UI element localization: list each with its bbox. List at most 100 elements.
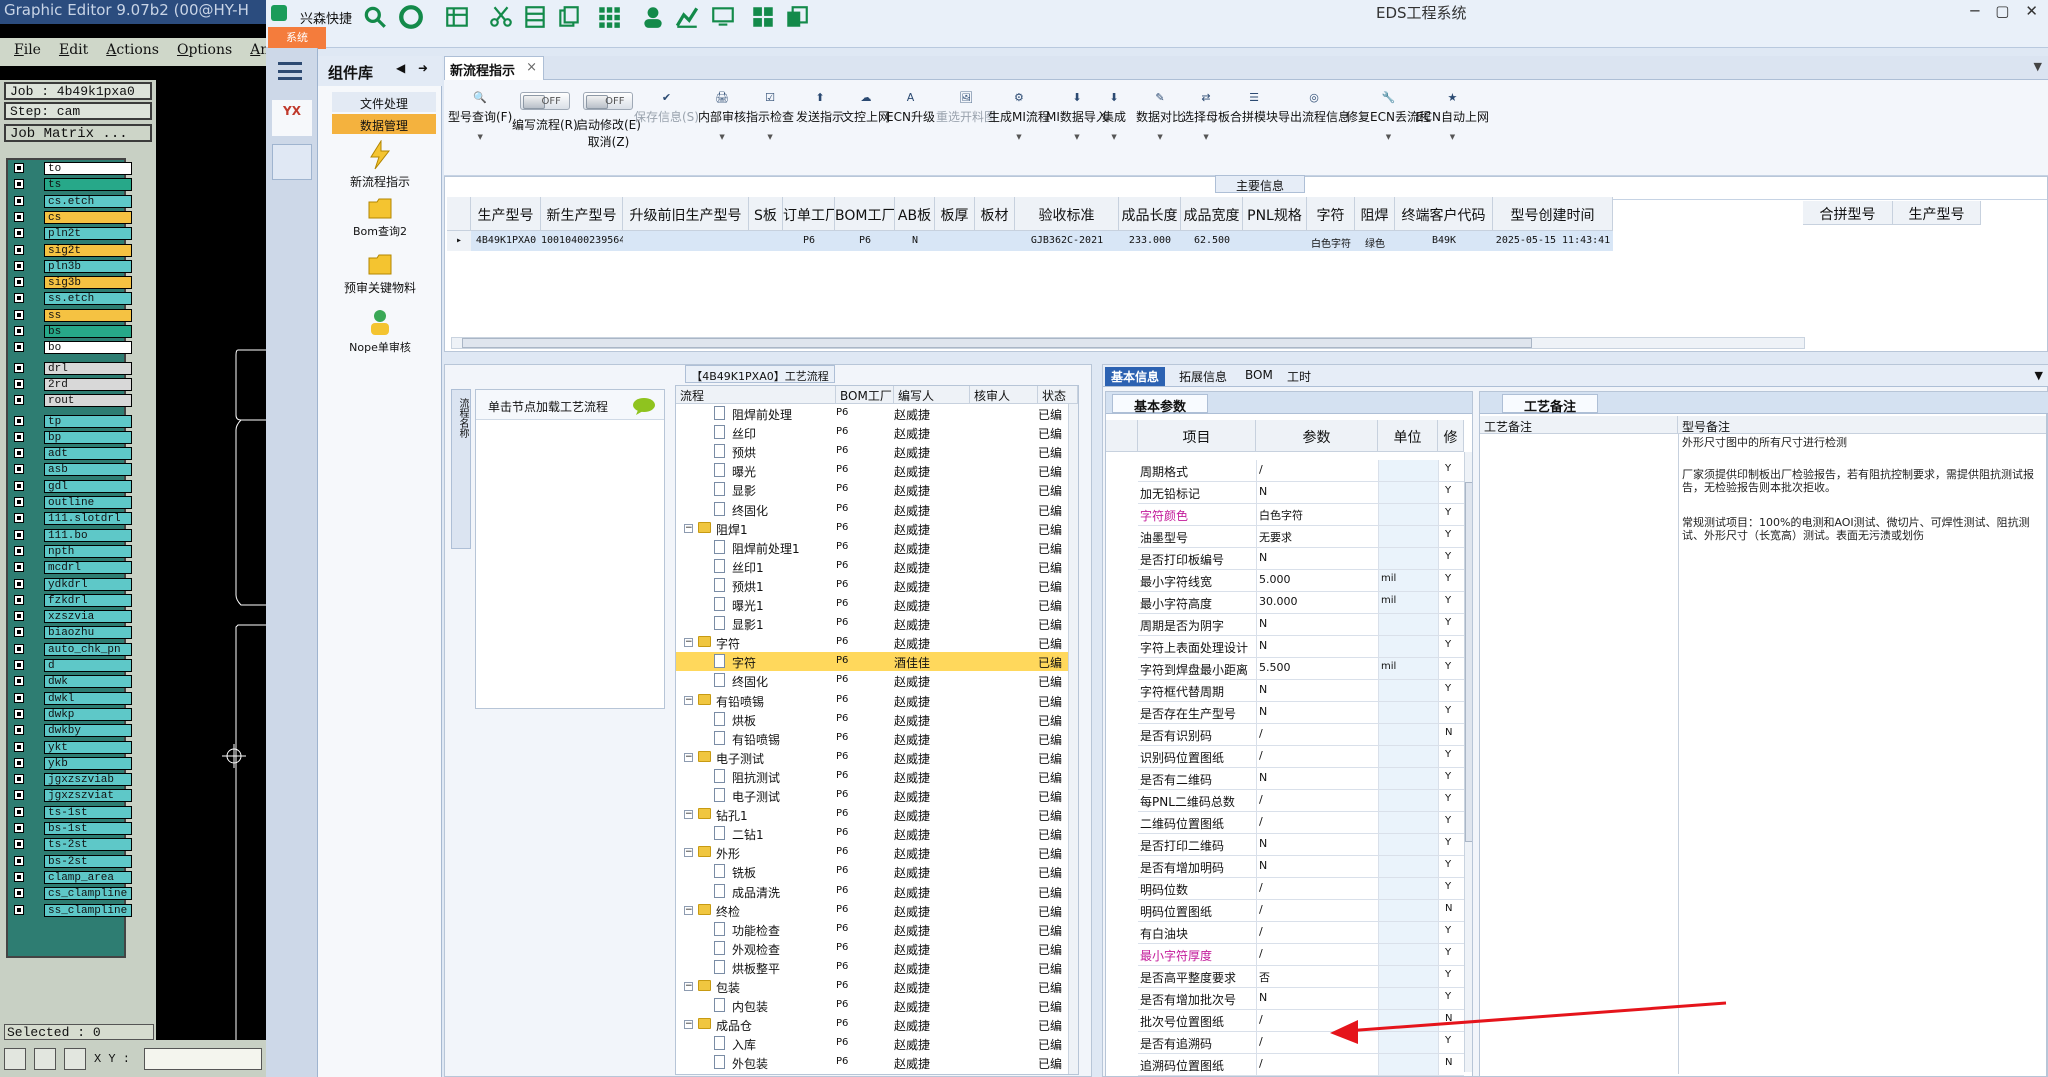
layer-checkbox[interactable] [14, 529, 24, 540]
grid-col-header[interactable]: AB板 [895, 197, 935, 231]
menu-options[interactable]: Options [177, 42, 232, 66]
grid-cell[interactable]: 2025-05-15 11:43:41 [1493, 231, 1613, 251]
layer-row[interactable]: ss.etch [10, 292, 132, 306]
tree-row[interactable]: 终固化 P6 赵威捷 已编 [676, 671, 1078, 690]
tree-row[interactable]: 阻焊前处理 P6 赵威捷 已编 [676, 404, 1078, 423]
layer-checkbox[interactable] [14, 309, 24, 320]
layer-checkbox[interactable] [14, 888, 24, 899]
layer-row[interactable]: biaozhu [10, 626, 132, 640]
tree-row[interactable]: 成品清洗 P6 赵威捷 已编 [676, 882, 1078, 901]
layer-checkbox[interactable] [14, 195, 24, 206]
grid-col-header[interactable]: S板 [749, 197, 783, 231]
param-value[interactable]: 否 [1256, 966, 1378, 987]
tree-row[interactable]: − 终检 P6 赵威捷 已编 [676, 901, 1078, 920]
layer-row[interactable]: dwkl [10, 691, 132, 705]
menu-analysis[interactable]: Analy [250, 42, 266, 66]
layer-row[interactable]: pln3b [10, 259, 132, 273]
param-row[interactable]: 是否有二维码 N Y [1138, 768, 1464, 790]
tree-row[interactable]: 字符 P6 酒佳佳 已编 [676, 652, 1078, 672]
param-row[interactable]: 最小字符线宽 5.000 mil Y [1138, 570, 1464, 592]
layer-checkbox[interactable] [14, 415, 24, 426]
layer-checkbox[interactable] [14, 855, 24, 866]
graphic-canvas[interactable] [156, 80, 266, 1040]
layer-row[interactable]: adt [10, 447, 132, 461]
tree-vertical-scrollbar[interactable] [1068, 404, 1078, 1074]
dropdown-arrow-icon[interactable]: ▼ [1136, 133, 1184, 141]
grid-col-header[interactable]: 验收标准 [1015, 197, 1119, 231]
param-value[interactable]: / [1256, 878, 1378, 899]
grid-cell[interactable]: 62.500 [1181, 231, 1243, 251]
layer-row[interactable]: bs-2st [10, 854, 132, 868]
param-value[interactable]: / [1256, 812, 1378, 833]
pin-icon[interactable]: ➜ [418, 61, 428, 75]
layer-checkbox[interactable] [14, 464, 24, 475]
layer-row[interactable]: 2rd [10, 377, 132, 391]
param-row[interactable]: 是否有追溯码 / Y [1138, 1032, 1464, 1054]
scissors-icon[interactable] [488, 4, 514, 30]
tree-row[interactable]: 预烘1 P6 赵威捷 已编 [676, 576, 1078, 595]
tree-row[interactable]: 显影 P6 赵威捷 已编 [676, 480, 1078, 499]
dropdown-arrow-icon[interactable]: ▼ [1102, 133, 1126, 141]
layer-row[interactable]: jgxzszviab [10, 773, 132, 787]
layer-row[interactable]: cs.etch [10, 194, 132, 208]
table-icon[interactable] [444, 4, 470, 30]
param-row[interactable]: 批次号位置图纸 / N [1138, 1010, 1464, 1032]
expand-toggle-icon[interactable]: − [684, 1020, 693, 1030]
tree-row[interactable]: 丝印 P6 赵威捷 已编 [676, 423, 1078, 442]
merge-col-header[interactable]: 合拼型号 [1803, 201, 1893, 225]
layer-checkbox[interactable] [14, 660, 24, 670]
toolbar-button[interactable]: ✎ 数据对比 ▼ [1136, 90, 1184, 141]
tree-col-header[interactable]: 核审人 [970, 386, 1038, 404]
layer-row[interactable]: npth [10, 544, 132, 558]
yx-module-icon[interactable]: YX [272, 100, 312, 136]
toolbar-button[interactable]: OFF 编写流程(R) [512, 90, 578, 133]
toolbar-button[interactable]: ⬆ 发送指示 [796, 90, 844, 125]
grid-col-header[interactable]: 终端客户代码 [1395, 197, 1493, 231]
layer-checkbox[interactable] [14, 676, 24, 687]
param-row[interactable]: 字符框代替周期 N Y [1138, 680, 1464, 702]
param-row[interactable]: 是否有增加明码 N Y [1138, 856, 1464, 878]
grid-col-header[interactable]: 阻焊 [1355, 197, 1395, 231]
param-row[interactable]: 最小字符厚度 / Y [1138, 944, 1464, 966]
dropdown-arrow-icon[interactable]: ▼ [1416, 133, 1489, 141]
tree-row[interactable]: 烘板 P6 赵威捷 已编 [676, 710, 1078, 729]
comp-prereview-material[interactable]: 预审关键物料 [324, 252, 436, 296]
layer-row[interactable]: sig2t [10, 243, 132, 257]
param-row[interactable]: 最小字符高度 30.000 mil Y [1138, 592, 1464, 614]
toolbar-button[interactable]: ☁ 文控上网 [842, 90, 890, 125]
tree-row[interactable]: 外包装 P6 赵威捷 已编 [676, 1053, 1078, 1072]
tree-row[interactable]: 预烘 P6 赵威捷 已编 [676, 442, 1078, 461]
expand-toggle-icon[interactable]: − [684, 695, 693, 705]
layer-row[interactable]: auto_chk_pn [10, 642, 132, 656]
layer-row[interactable]: outline [10, 496, 132, 509]
layer-row[interactable]: ss [10, 308, 132, 322]
layer-row[interactable]: tp [10, 414, 132, 428]
params-vertical-scrollbar[interactable] [1464, 452, 1472, 1072]
layer-row[interactable]: mcdrl [10, 561, 132, 575]
params-dropdown-icon[interactable]: ▼ [2035, 369, 2043, 382]
tree-row[interactable]: − 成品仓 P6 赵威捷 已编 [676, 1015, 1078, 1034]
tab-extended-info[interactable]: 拓展信息 [1173, 367, 1233, 386]
param-row[interactable]: 油墨型号 无要求 Y [1138, 526, 1464, 548]
toolbar-button[interactable]: A ECN升级 [886, 90, 935, 125]
toolbar-button[interactable]: ✔ 保存信息(S) [634, 90, 699, 125]
param-value[interactable]: / [1256, 944, 1378, 965]
grid-cell[interactable]: B49K [1395, 231, 1493, 251]
layer-row[interactable]: pln2t [10, 227, 132, 241]
layer-row[interactable]: bp [10, 430, 132, 444]
layer-row[interactable]: fzkdrl [10, 593, 132, 607]
param-row[interactable]: 周期格式 / Y [1138, 460, 1464, 482]
toolbar-button[interactable]: 🖨 内部审核 ▼ [698, 90, 746, 141]
layer-checkbox[interactable] [14, 277, 24, 288]
layer-checkbox[interactable] [14, 545, 24, 556]
tree-row[interactable]: 电子测试 P6 赵威捷 已编 [676, 786, 1078, 805]
param-value[interactable]: 白色字符 [1256, 504, 1378, 525]
grid-col-header[interactable]: 成品宽度 [1181, 197, 1243, 231]
layer-checkbox[interactable] [14, 362, 24, 373]
param-value[interactable]: / [1256, 746, 1378, 767]
grid-horizontal-scrollbar[interactable] [451, 337, 1805, 349]
menu-actions[interactable]: Actions [106, 42, 159, 66]
grid-col-header[interactable]: 字符 [1307, 197, 1355, 231]
param-row[interactable]: 是否有增加批次号 N Y [1138, 988, 1464, 1010]
tree-row[interactable]: 外观检查 P6 赵威捷 已编 [676, 939, 1078, 958]
